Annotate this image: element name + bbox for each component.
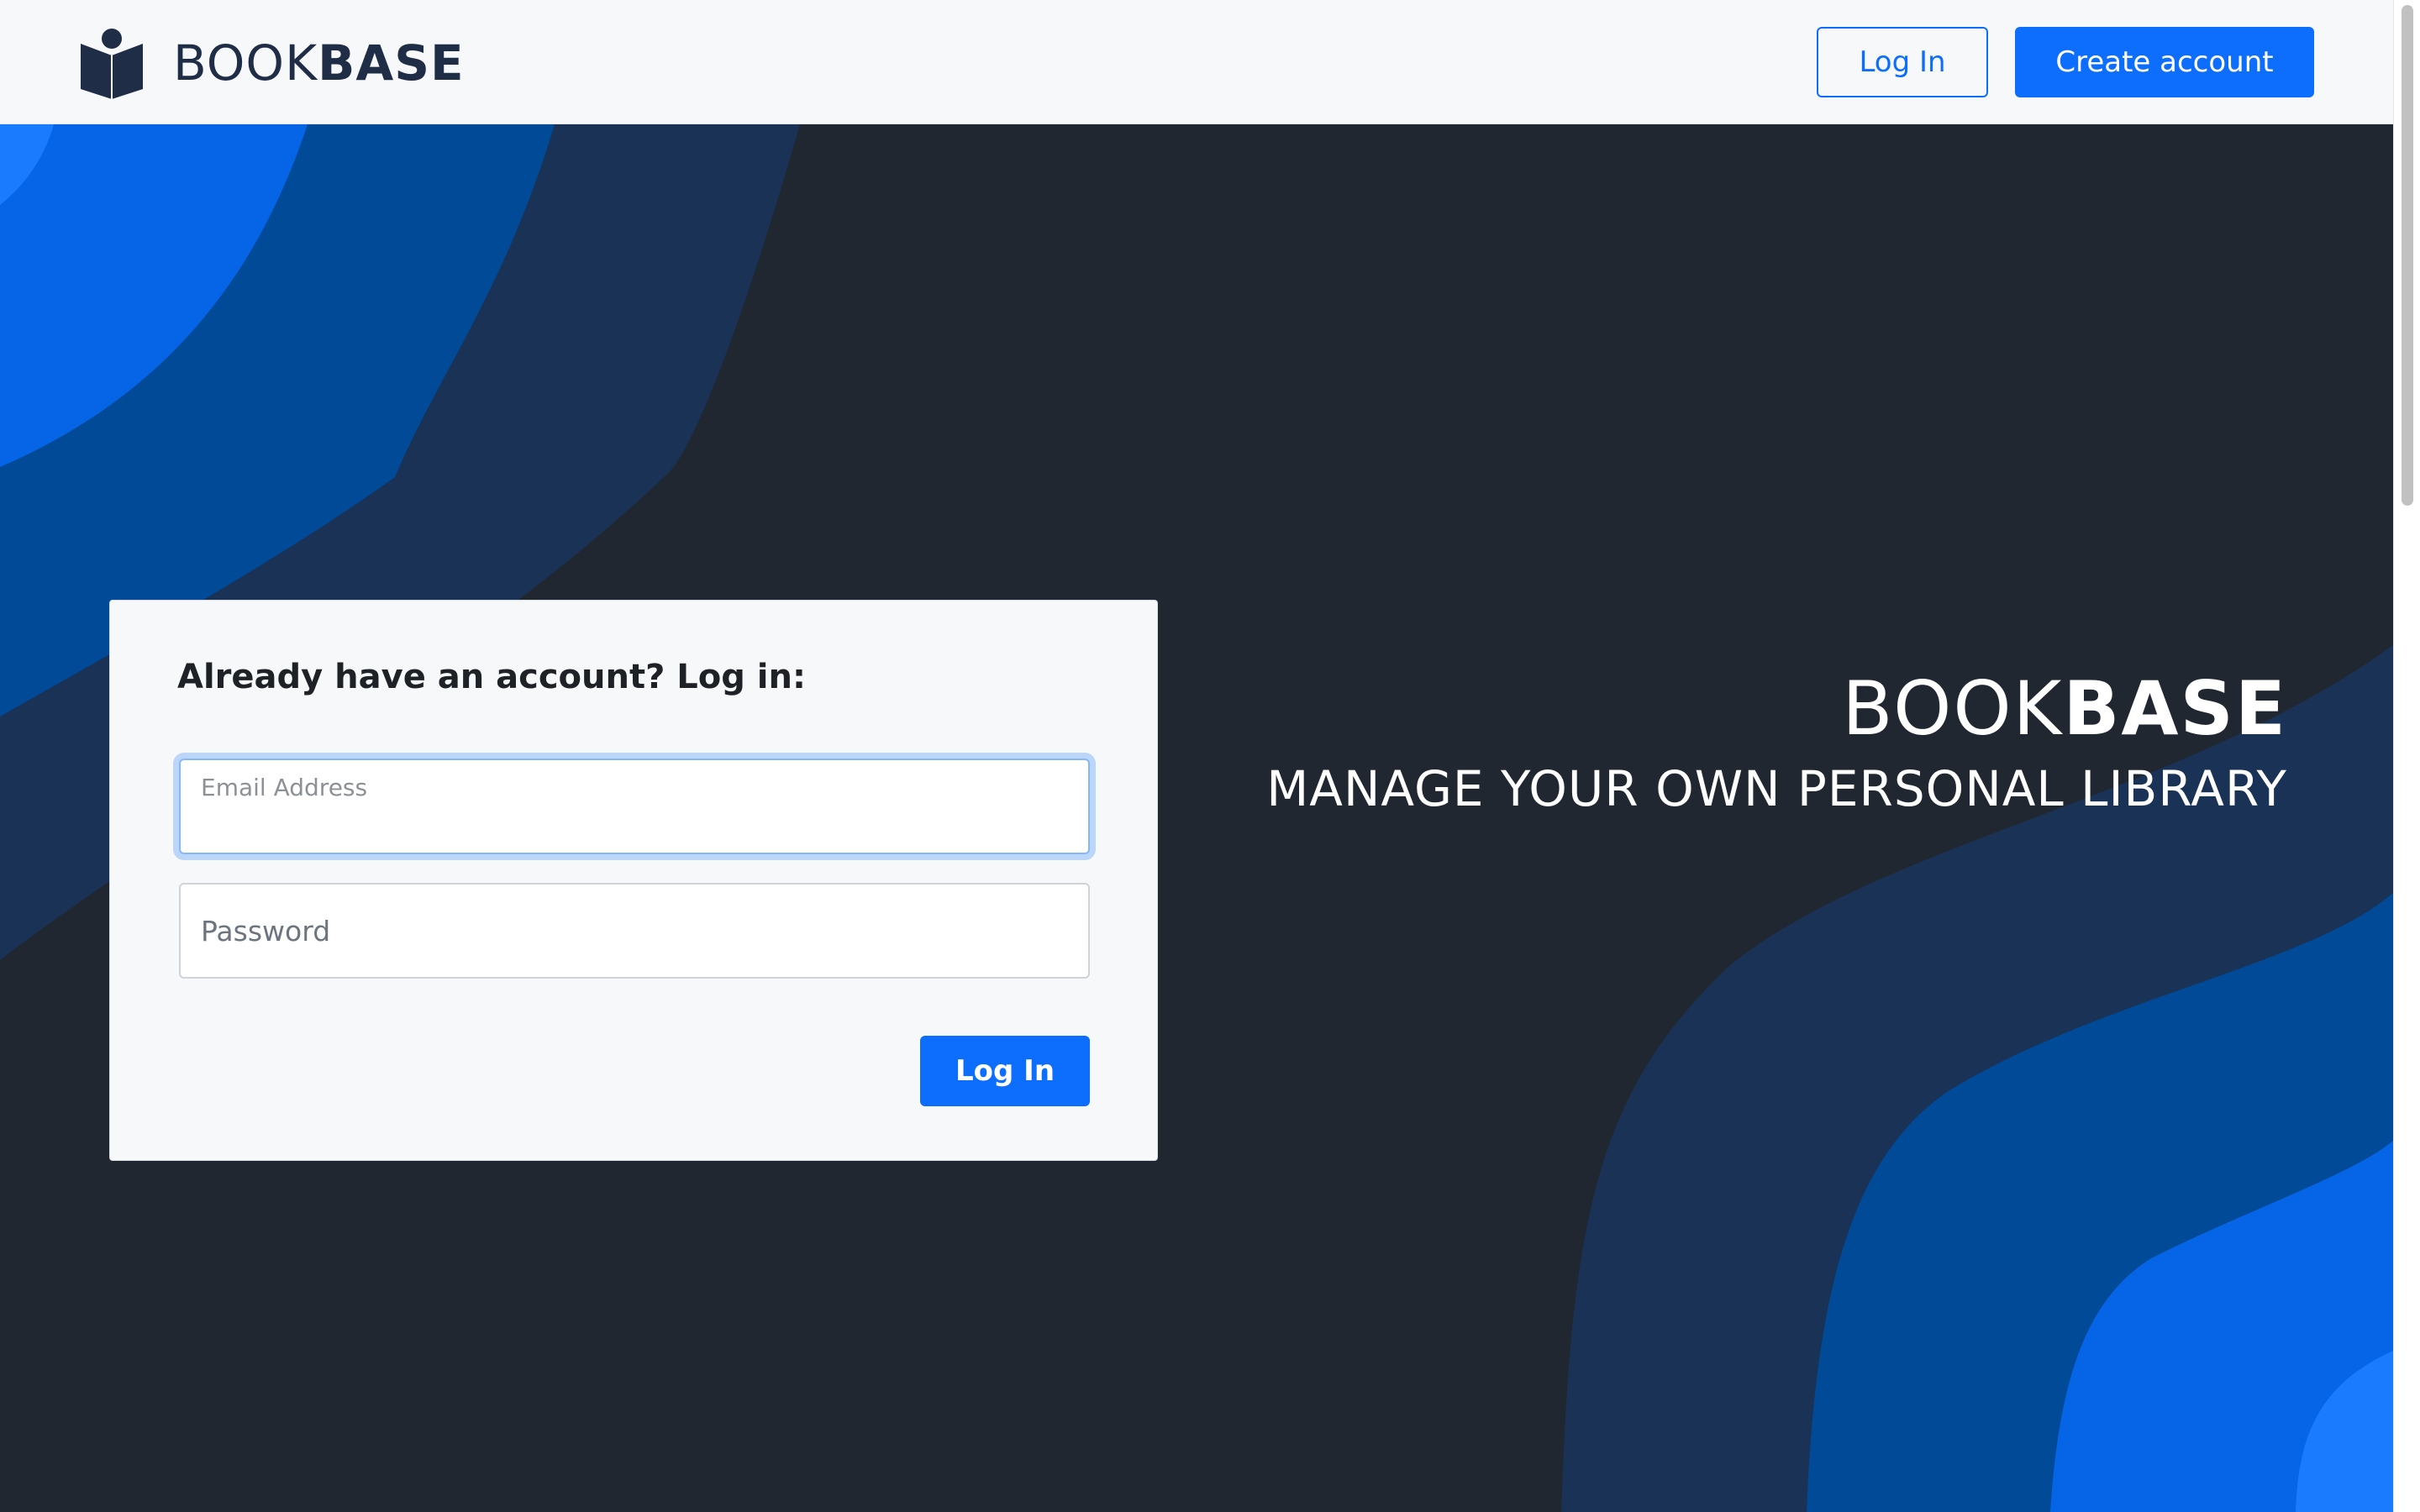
- brand-logo[interactable]: BOOKBASE: [79, 27, 465, 99]
- login-card-title: Already have an account? Log in:: [177, 658, 806, 696]
- hero-brand: BOOKBASE MANAGE YOUR OWN PERSONAL LIBRAR…: [1266, 672, 2287, 817]
- brand-name-light: BOOK: [173, 34, 318, 92]
- hero-title-bold: BASE: [2063, 665, 2287, 752]
- vertical-scrollbar[interactable]: [2393, 0, 2420, 1512]
- password-field[interactable]: Password: [179, 883, 1090, 979]
- brand-name: BOOKBASE: [173, 39, 465, 87]
- top-navbar: BOOKBASE Log In Create account: [0, 0, 2393, 124]
- email-field-label: Email Address: [201, 774, 368, 801]
- login-submit-button[interactable]: Log In: [920, 1036, 1090, 1106]
- scrollbar-thumb[interactable]: [2402, 5, 2413, 506]
- hero-tagline: MANAGE YOUR OWN PERSONAL LIBRARY: [1266, 760, 2287, 817]
- create-account-button[interactable]: Create account: [2015, 27, 2314, 97]
- password-field-placeholder: Password: [201, 915, 331, 948]
- login-card: Already have an account? Log in: Email A…: [109, 600, 1158, 1161]
- hero-title: BOOKBASE: [1266, 672, 2287, 746]
- email-field[interactable]: Email Address: [179, 759, 1090, 854]
- hero-title-light: BOOK: [1842, 665, 2064, 752]
- book-reader-icon: [81, 29, 143, 99]
- brand-name-bold: BASE: [318, 34, 465, 92]
- hero-section: Already have an account? Log in: Email A…: [0, 124, 2393, 1512]
- header-login-button[interactable]: Log In: [1817, 27, 1988, 97]
